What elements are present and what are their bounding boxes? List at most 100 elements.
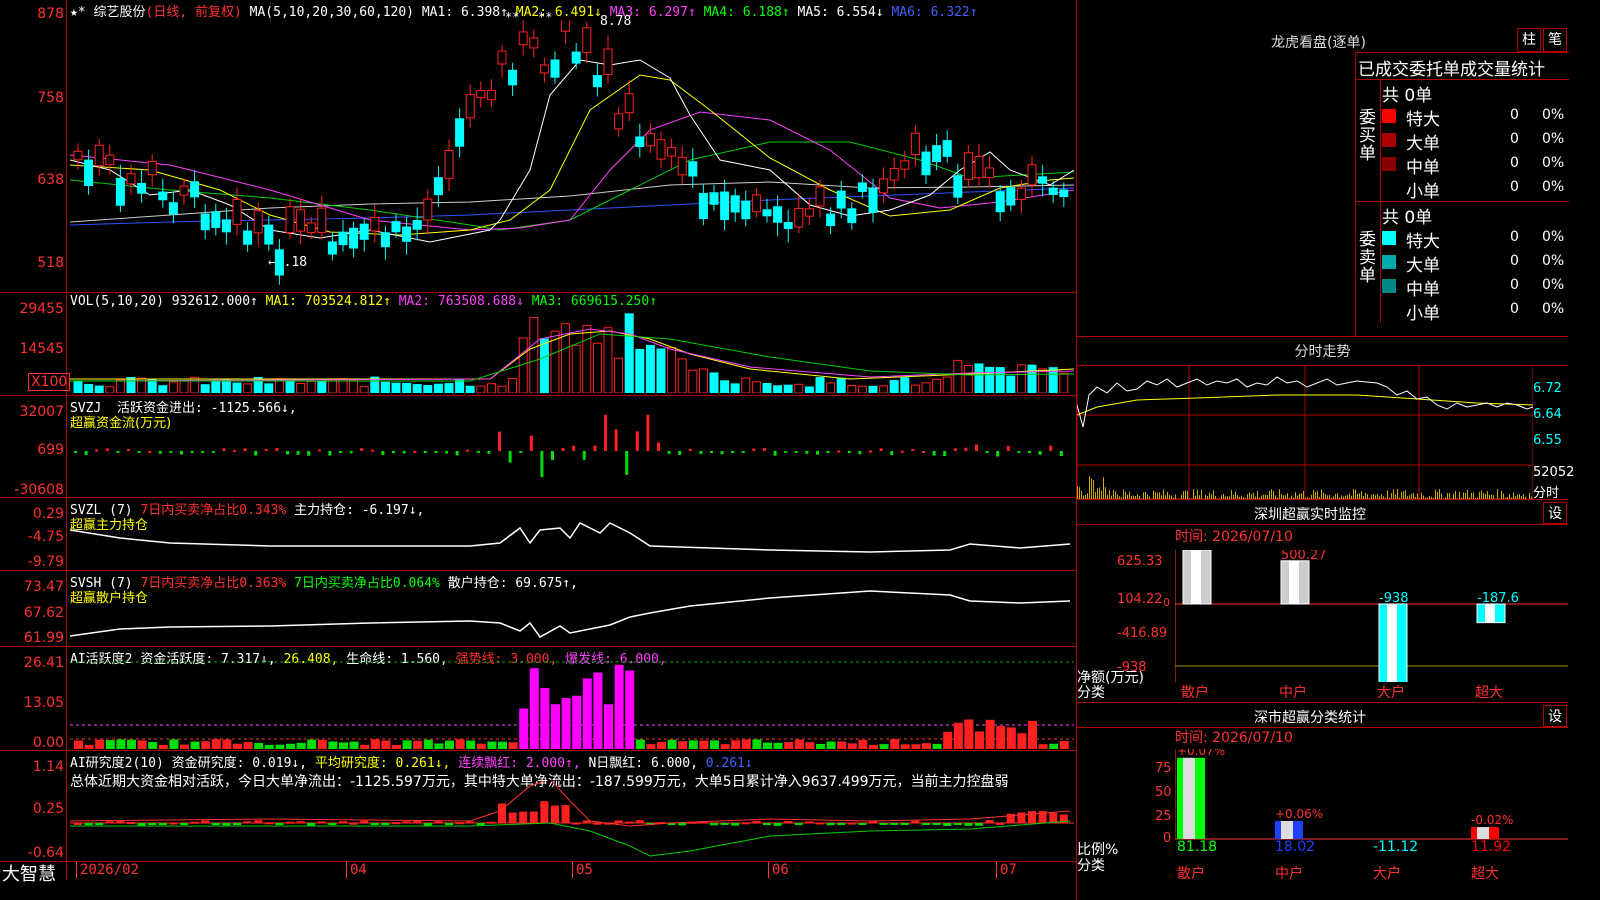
flow-bar xyxy=(635,431,639,451)
candle-body xyxy=(370,217,380,232)
volume-plot[interactable] xyxy=(70,309,1074,393)
price-panel[interactable]: ★* 综艺股份(日线, 前复权) MA(5,10,20,30,60,120) M… xyxy=(0,0,1076,293)
svzl-panel[interactable]: SVZL (7) 7日内买卖净占比0.343% 主力持仓: -6.197↓, 超… xyxy=(0,498,1076,571)
activity-bar xyxy=(943,731,953,749)
ai-active-plot[interactable] xyxy=(70,657,1074,749)
research-bar xyxy=(922,823,930,825)
intraday-volume-bar xyxy=(1295,492,1296,499)
svsh-panel[interactable]: SVSH (7) 7日内买卖净占比0.363% 7日内买卖净占比0.064% 散… xyxy=(0,571,1076,647)
svsh-ytick: 61.99 xyxy=(23,630,64,646)
intraday-volume-bar xyxy=(1409,495,1410,499)
order-kind: 中单 xyxy=(1406,158,1440,178)
volume-bar xyxy=(465,385,475,393)
candle-body xyxy=(857,182,867,192)
intraday-volume-bar xyxy=(1115,491,1116,499)
intraday-volume-bar xyxy=(1457,498,1458,499)
intraday-volume-bar xyxy=(1157,492,1158,499)
intraday-volume-bar xyxy=(1517,494,1518,499)
intraday-volume-bar xyxy=(1085,495,1086,499)
monitor-ytick: -416.89 xyxy=(1117,626,1168,641)
svzj-ytick: 699 xyxy=(37,442,64,458)
volume-bar xyxy=(815,377,825,393)
flow-bar xyxy=(84,451,88,456)
intraday-volume-bar xyxy=(1229,496,1230,499)
candle-body xyxy=(677,156,687,176)
research-bar xyxy=(773,823,782,826)
flow-bar xyxy=(158,451,162,454)
tick-mode-button[interactable]: 笔 xyxy=(1543,28,1567,52)
flow-bar xyxy=(519,451,523,453)
research-bar xyxy=(264,822,273,825)
flow-bar xyxy=(614,429,618,451)
flow-bar xyxy=(370,449,374,452)
intraday-volume-bar xyxy=(1463,492,1464,499)
candle-body xyxy=(349,227,359,249)
bar-mode-button[interactable]: 柱 xyxy=(1517,28,1541,52)
ai-research-panel[interactable]: AI研究度2(10) 资金研究度: 0.019↓, 平均研究度: 0.261↓,… xyxy=(0,751,1076,862)
candle-body xyxy=(656,139,666,160)
intraday-volume-bar xyxy=(1303,490,1304,499)
intraday-volume-bar xyxy=(1469,497,1470,499)
intraday-volume-bar xyxy=(1305,497,1306,499)
chart-area[interactable]: ★* 综艺股份(日线, 前复权) MA(5,10,20,30,60,120) M… xyxy=(0,0,1077,900)
intraday-volume-bar xyxy=(1515,496,1516,499)
candle-body xyxy=(921,151,931,176)
volume-bar xyxy=(423,385,433,393)
price-plot[interactable] xyxy=(70,20,1074,290)
volume-bar xyxy=(614,357,624,393)
volume-bar xyxy=(645,344,655,393)
intraday-unit: 分时 xyxy=(1533,486,1560,501)
volume-bar xyxy=(921,382,931,393)
candle-body xyxy=(868,187,878,213)
activity-bar xyxy=(74,740,83,749)
buy-side-label: 委买单 xyxy=(1356,79,1381,201)
volume-panel[interactable]: VOL(5,10,20) 932612.000↑ MA1: 703524.812… xyxy=(0,293,1076,396)
svzl-plot[interactable] xyxy=(70,508,1074,568)
candle-body xyxy=(327,241,337,255)
research-bar xyxy=(317,821,326,824)
ai-active-panel[interactable]: AI活跃度2 资金活跃度: 7.317↓, 26.408, 生命线: 1.560… xyxy=(0,647,1076,751)
flow-bar xyxy=(180,451,183,455)
candle-body xyxy=(412,220,422,230)
intraday-volume-bar xyxy=(1411,493,1412,499)
intraday-volume-bar xyxy=(1407,496,1408,499)
ai-research-header: AI研究度2(10) 资金研究度: 0.019↓, 平均研究度: 0.261↓,… xyxy=(70,756,753,771)
monitor-bar-value: -938 xyxy=(1379,591,1409,606)
svsh-plot[interactable] xyxy=(70,581,1074,643)
activity-bar xyxy=(540,688,550,749)
monitor-bar-value: 625.33 xyxy=(1183,550,1229,552)
intraday-volume-bar xyxy=(1077,486,1078,499)
research-bar xyxy=(1049,812,1058,823)
candle-body xyxy=(539,64,549,74)
ai-research-plot[interactable] xyxy=(70,781,1074,861)
price-ytick: 518 xyxy=(37,255,64,271)
research-bar xyxy=(858,823,867,825)
research-bar xyxy=(635,820,644,823)
activity-bar xyxy=(922,743,931,749)
activity-bar xyxy=(816,743,825,749)
monitor-settings-button[interactable]: 设 xyxy=(1543,502,1567,524)
svzj-panel[interactable]: SVZJ 活跃资金进出: -1125.566↓, 超赢资金流(万元) 32007… xyxy=(0,396,1076,498)
activity-bar xyxy=(233,743,242,749)
intraday-volume-bar xyxy=(1301,493,1302,499)
flow-bar xyxy=(826,451,830,453)
classification-title: 深市超赢分类统计 xyxy=(1254,710,1366,726)
classification-settings-button[interactable]: 设 xyxy=(1543,705,1567,727)
flow-bar xyxy=(964,447,968,451)
candle-body xyxy=(910,132,920,155)
monitor-bar-value: -187.6 xyxy=(1477,591,1519,606)
intraday-section[interactable]: 分时走势 6.72 6.64 6.55 52052 分时 xyxy=(1077,337,1574,501)
research-bar xyxy=(847,822,856,825)
candle-body xyxy=(529,37,539,49)
intraday-volume-bar xyxy=(1187,490,1188,499)
flow-bar xyxy=(381,451,385,456)
candle-body xyxy=(1027,164,1037,186)
monitor-bar-shine xyxy=(1191,550,1201,604)
svzj-plot[interactable] xyxy=(70,406,1074,496)
intraday-volume-bar xyxy=(1131,495,1132,499)
intraday-chart[interactable] xyxy=(1077,365,1533,499)
sell-side-label: 委卖单 xyxy=(1356,201,1381,323)
order-count: 0 xyxy=(1510,179,1519,195)
intraday-volume-bar xyxy=(1319,496,1320,499)
candle-body xyxy=(592,75,602,88)
